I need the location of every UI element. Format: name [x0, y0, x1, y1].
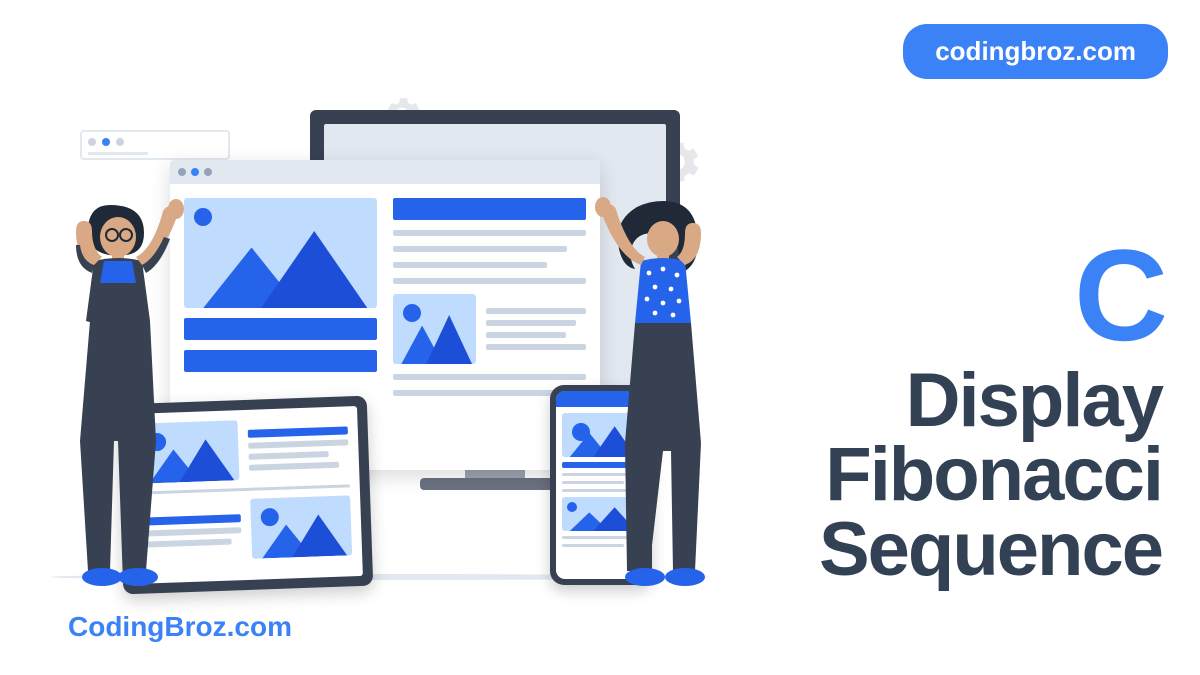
text-line	[393, 374, 586, 380]
hero-illustration	[20, 80, 740, 620]
image-placeholder	[393, 294, 476, 364]
brand-badge: codingbroz.com	[903, 24, 1168, 79]
browser-titlebar	[170, 160, 600, 184]
text-line	[486, 332, 566, 338]
content-bar	[184, 318, 377, 340]
text-line	[393, 278, 586, 284]
person-left	[52, 195, 212, 590]
title-block: C Display Fibonacci Sequence	[819, 230, 1162, 587]
text-line	[486, 320, 576, 326]
text-line	[249, 451, 329, 460]
title-line-3: Sequence	[819, 513, 1162, 587]
image-placeholder	[250, 495, 352, 558]
content-bar	[184, 350, 377, 372]
text-line	[486, 344, 586, 350]
background-window	[80, 130, 230, 160]
text-line	[249, 461, 339, 470]
language-logo: C	[819, 230, 1162, 360]
person-right	[585, 195, 745, 590]
text-line	[486, 308, 586, 314]
content-bar	[248, 426, 348, 437]
text-line	[393, 390, 567, 396]
text-line	[248, 439, 348, 448]
title-lines: Display Fibonacci Sequence	[819, 364, 1162, 587]
image-placeholder	[184, 198, 377, 308]
title-line-2: Fibonacci	[819, 438, 1162, 512]
brand-badge-text: codingbroz.com	[935, 36, 1136, 66]
footer-brand: CodingBroz.com	[68, 611, 292, 643]
title-line-1: Display	[819, 364, 1162, 438]
content-bar	[393, 198, 586, 220]
text-line	[393, 246, 567, 252]
text-line	[393, 262, 547, 268]
footer-brand-text: CodingBroz.com	[68, 611, 292, 642]
text-line	[393, 230, 586, 236]
